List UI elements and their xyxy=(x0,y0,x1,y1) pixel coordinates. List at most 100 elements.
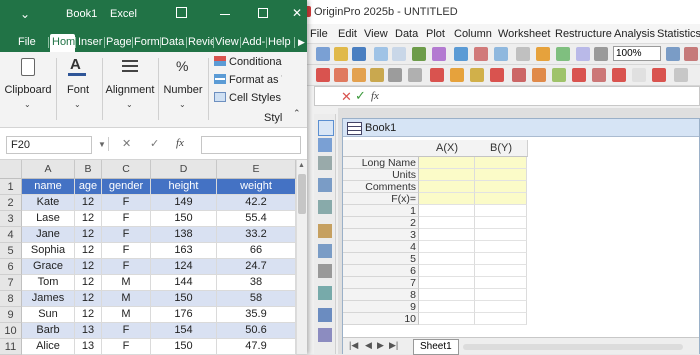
pointer-tool-icon[interactable] xyxy=(318,120,334,136)
worksheet-cell[interactable] xyxy=(475,289,527,301)
formula-input[interactable] xyxy=(201,136,301,154)
table-cell[interactable]: M xyxy=(102,307,151,323)
worksheet-cell[interactable] xyxy=(475,253,527,265)
row-number[interactable]: 7 xyxy=(343,277,419,289)
stats-icon[interactable] xyxy=(470,68,484,82)
restore-down-arrow-icon[interactable]: ⌄ xyxy=(20,7,30,21)
name-box-dropdown-icon[interactable]: ▼ xyxy=(98,140,106,149)
table-cell[interactable]: 58 xyxy=(217,291,296,307)
tab-nav-next-icon[interactable]: ▶ xyxy=(377,340,384,351)
row-header[interactable]: 7 xyxy=(0,275,22,291)
plot-bar-icon[interactable] xyxy=(474,47,488,61)
origin-menu-plot[interactable]: Plot xyxy=(426,28,445,40)
print-icon[interactable] xyxy=(576,47,590,61)
save-icon[interactable] xyxy=(352,47,366,61)
insert-function-icon[interactable]: fx xyxy=(176,137,184,149)
table-cell[interactable]: 12 xyxy=(75,211,102,227)
column-header-a[interactable]: A(X) xyxy=(419,140,476,157)
tab-add-ins[interactable]: Add- xyxy=(242,34,265,50)
row-number[interactable]: 3 xyxy=(343,229,419,241)
table-cell[interactable]: F xyxy=(102,259,151,275)
apps-icon[interactable] xyxy=(536,47,550,61)
row-header[interactable]: 11 xyxy=(0,339,22,355)
tab-nav-first-icon[interactable]: |◀ xyxy=(349,340,358,351)
zoom-pan-tool-icon[interactable] xyxy=(318,138,332,152)
origin-formula-input[interactable] xyxy=(387,89,697,103)
highlight-icon[interactable] xyxy=(652,68,666,82)
tab-view[interactable]: View xyxy=(215,34,240,50)
table-cell[interactable]: 149 xyxy=(151,195,217,211)
accept-formula-icon[interactable]: ✓ xyxy=(355,88,366,104)
row-header[interactable]: 3 xyxy=(0,211,22,227)
table-cell[interactable]: F xyxy=(102,243,151,259)
worksheet-cell[interactable] xyxy=(475,301,527,313)
table-cell[interactable]: 42.2 xyxy=(217,195,296,211)
fill-icon[interactable] xyxy=(490,68,504,82)
table-header-cell[interactable]: height xyxy=(151,179,217,195)
new-project-icon[interactable] xyxy=(316,47,330,61)
worksheet-cell[interactable] xyxy=(419,205,475,217)
worksheet-cell[interactable] xyxy=(475,265,527,277)
meta-cell[interactable] xyxy=(475,157,527,169)
origin-menu-edit[interactable]: Edit xyxy=(338,28,357,40)
worksheet-cell[interactable] xyxy=(419,253,475,265)
row-number[interactable]: 2 xyxy=(343,217,419,229)
table-cell[interactable]: 55.4 xyxy=(217,211,296,227)
worksheet-cell[interactable] xyxy=(419,301,475,313)
cell-styles-button[interactable]: Cell Styles ⌄ xyxy=(214,92,282,107)
table-cell[interactable]: 12 xyxy=(75,259,102,275)
tab-home[interactable]: Hom xyxy=(50,34,75,52)
worksheet-cell[interactable] xyxy=(419,313,475,325)
vertical-scrollbar[interactable]: ▲ xyxy=(296,160,307,354)
cancel-formula-icon[interactable]: ✕ xyxy=(341,89,352,105)
more-tools-icon[interactable] xyxy=(674,68,688,82)
mask-icon[interactable] xyxy=(552,68,566,82)
table-cell[interactable]: M xyxy=(102,291,151,307)
meta-cell[interactable] xyxy=(419,157,475,169)
zoom-out-icon[interactable] xyxy=(684,47,698,61)
table-cell[interactable]: 33.2 xyxy=(217,227,296,243)
column-header-d[interactable]: D xyxy=(151,160,217,179)
origin-menu-restructure[interactable]: Restructure xyxy=(555,28,612,40)
collapse-ribbon-icon[interactable]: ⌃ xyxy=(293,108,301,119)
table-cell[interactable]: 47.9 xyxy=(217,339,296,355)
table-header-cell[interactable]: gender xyxy=(102,179,151,195)
refresh-icon[interactable] xyxy=(556,47,570,61)
scale-tool-icon[interactable] xyxy=(318,156,332,170)
worksheet-cell[interactable] xyxy=(419,241,475,253)
worksheet-cell[interactable] xyxy=(419,277,475,289)
table-cell[interactable]: 13 xyxy=(75,323,102,339)
open-icon[interactable] xyxy=(334,47,348,61)
table-header-cell[interactable]: age xyxy=(75,179,102,195)
table-cell[interactable]: 13 xyxy=(75,339,102,355)
enter-icon[interactable]: ✓ xyxy=(150,137,159,150)
table-cell[interactable]: 150 xyxy=(151,339,217,355)
worksheet-cell[interactable] xyxy=(475,241,527,253)
template-icon[interactable] xyxy=(494,47,508,61)
table-cell[interactable]: 12 xyxy=(75,227,102,243)
bold-icon[interactable] xyxy=(532,68,546,82)
table-cell[interactable]: 124 xyxy=(151,259,217,275)
cancel-icon[interactable]: ✕ xyxy=(122,137,131,150)
row-number[interactable]: 8 xyxy=(343,289,419,301)
scrollbar-thumb[interactable] xyxy=(298,174,306,214)
tab-help[interactable]: Help xyxy=(268,34,292,50)
table-cell[interactable]: F xyxy=(102,227,151,243)
maximize-icon[interactable] xyxy=(258,8,268,18)
zoom-in-icon[interactable] xyxy=(666,47,680,61)
column-header-b[interactable]: B(Y) xyxy=(475,140,528,157)
meta-cell[interactable] xyxy=(419,181,475,193)
table-cell[interactable]: 38 xyxy=(217,275,296,291)
table-cell[interactable]: 144 xyxy=(151,275,217,291)
table-cell[interactable]: 176 xyxy=(151,307,217,323)
table-cell[interactable]: 12 xyxy=(75,275,102,291)
arrow-tool-icon[interactable] xyxy=(318,286,332,300)
worksheet-cell[interactable] xyxy=(475,205,527,217)
row-header[interactable]: 4 xyxy=(0,227,22,243)
conditional-formatting-button[interactable]: Conditional xyxy=(214,56,282,71)
table-cell[interactable]: Lase xyxy=(22,211,75,227)
meta-row-label[interactable]: Units xyxy=(343,169,419,181)
select-all-corner[interactable] xyxy=(0,160,22,179)
meta-row-label[interactable]: F(x)= xyxy=(343,193,419,205)
table-cell[interactable]: Sun xyxy=(22,307,75,323)
